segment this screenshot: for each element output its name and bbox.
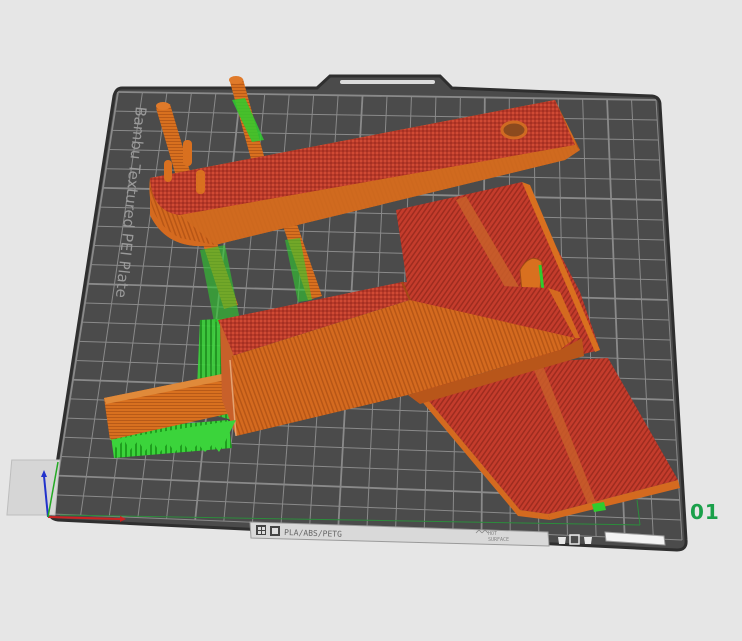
copy-icon[interactable] bbox=[270, 526, 280, 536]
3d-viewport[interactable]: Bambu Textured PEI Plate PLA/ABS/PETG HO… bbox=[0, 0, 742, 641]
filament-label: PLA/ABS/PETG bbox=[284, 528, 342, 539]
surface-label: SURFACE bbox=[488, 537, 509, 543]
bucket-icon bbox=[558, 537, 566, 544]
plate-number: 01 bbox=[690, 500, 720, 524]
bucket-icon bbox=[584, 537, 592, 544]
build-plate-scene[interactable]: Bambu Textured PEI Plate PLA/ABS/PETG HO… bbox=[0, 0, 742, 641]
grid-icon[interactable] bbox=[256, 525, 266, 535]
plate-handle bbox=[340, 80, 435, 84]
